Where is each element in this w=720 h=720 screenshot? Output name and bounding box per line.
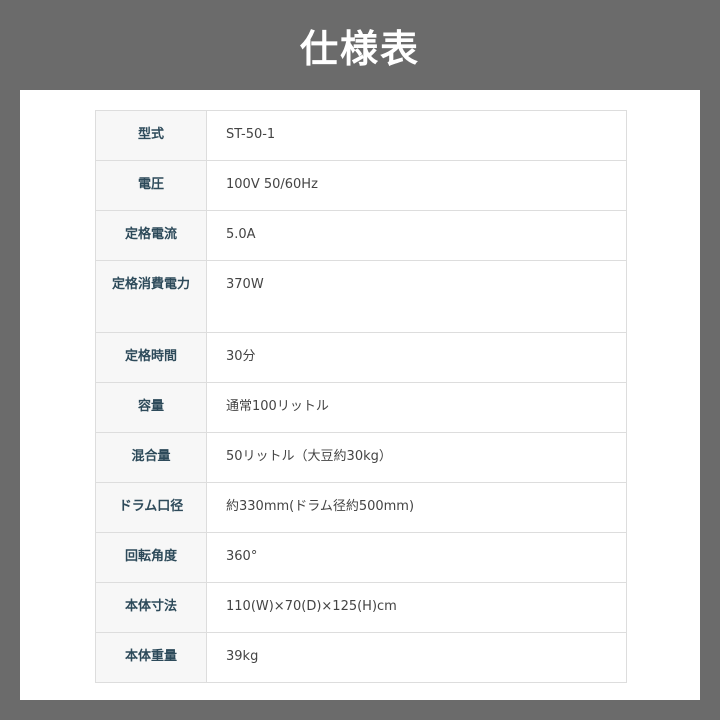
spec-table: 型式 ST-50-1 電圧 100V 50/60Hz 定格電流 5.0A 定格消…	[95, 110, 627, 683]
spec-value-rated-power: 370W	[206, 260, 627, 333]
spec-label-weight: 本体重量	[95, 632, 207, 683]
spec-label-dimensions: 本体寸法	[95, 582, 207, 633]
spec-value-drum-opening: 約330mm(ドラム径約500mm)	[206, 482, 627, 533]
spec-label-rotation-angle: 回転角度	[95, 532, 207, 583]
table-row: 本体寸法 110(W)×70(D)×125(H)cm	[95, 582, 627, 633]
table-row: 電圧 100V 50/60Hz	[95, 160, 627, 211]
spec-label-model: 型式	[95, 110, 207, 161]
table-row: 定格時間 30分	[95, 332, 627, 383]
spec-value-rated-time: 30分	[206, 332, 627, 383]
page-header: 仕様表	[0, 0, 720, 90]
spec-value-mix-amount: 50リットル（大豆約30kg）	[206, 432, 627, 483]
spec-value-voltage: 100V 50/60Hz	[206, 160, 627, 211]
spec-label-voltage: 電圧	[95, 160, 207, 211]
spec-label-drum-opening: ドラム口径	[95, 482, 207, 533]
spec-value-capacity: 通常100リットル	[206, 382, 627, 433]
table-row: 回転角度 360°	[95, 532, 627, 583]
table-row: 本体重量 39kg	[95, 632, 627, 683]
spec-value-dimensions: 110(W)×70(D)×125(H)cm	[206, 582, 627, 633]
table-row: 容量 通常100リットル	[95, 382, 627, 433]
table-row: 定格消費電力 370W	[95, 260, 627, 333]
table-row: 定格電流 5.0A	[95, 210, 627, 261]
page-title: 仕様表	[299, 26, 420, 71]
spec-value-weight: 39kg	[206, 632, 627, 683]
table-row: 型式 ST-50-1	[95, 110, 627, 161]
spec-label-rated-power: 定格消費電力	[95, 260, 207, 333]
spec-value-rated-current: 5.0A	[206, 210, 627, 261]
table-row: 混合量 50リットル（大豆約30kg）	[95, 432, 627, 483]
spec-label-mix-amount: 混合量	[95, 432, 207, 483]
spec-label-capacity: 容量	[95, 382, 207, 433]
spec-value-model: ST-50-1	[206, 110, 627, 161]
spec-label-rated-current: 定格電流	[95, 210, 207, 261]
spec-panel: 型式 ST-50-1 電圧 100V 50/60Hz 定格電流 5.0A 定格消…	[20, 90, 700, 700]
spec-value-rotation-angle: 360°	[206, 532, 627, 583]
table-row: ドラム口径 約330mm(ドラム径約500mm)	[95, 482, 627, 533]
spec-label-rated-time: 定格時間	[95, 332, 207, 383]
